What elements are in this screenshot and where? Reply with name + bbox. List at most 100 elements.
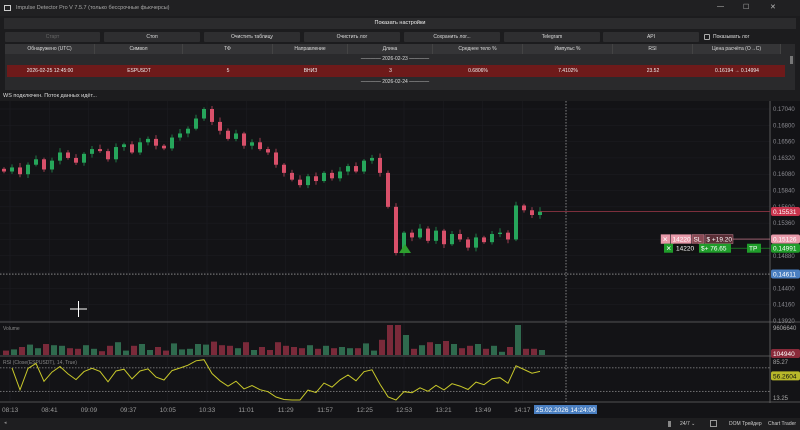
handle-icon[interactable] — [668, 421, 671, 427]
table-cell: ВНИЗ — [303, 68, 318, 74]
column-header[interactable]: Длина — [348, 44, 433, 54]
candle — [506, 232, 510, 240]
maximize-button[interactable]: ☐ — [743, 3, 749, 11]
table-scrollbar[interactable] — [790, 56, 793, 64]
minimize-button[interactable]: — — [717, 3, 724, 10]
candle — [90, 149, 94, 154]
volume-bar — [179, 349, 185, 355]
signal-arrow-icon — [399, 244, 411, 254]
tp-close-button[interactable]: ✕ — [666, 246, 671, 253]
calendar-icon[interactable] — [710, 420, 717, 427]
volume-bar — [283, 345, 289, 355]
stop-button[interactable]: Стоп — [104, 32, 200, 42]
candle — [466, 239, 470, 248]
clear-log-button[interactable]: Очистить лог — [304, 32, 400, 42]
volume-bar — [531, 348, 537, 355]
volume-last: 104940 — [773, 351, 795, 358]
api-button[interactable]: API — [603, 32, 699, 42]
volume-bar — [67, 348, 73, 355]
tp-qty: 14220 — [676, 246, 694, 253]
candle — [186, 128, 190, 134]
volume-bar — [299, 348, 305, 355]
clear-table-button[interactable]: Очистить таблицу — [204, 32, 300, 42]
tp-pnl: $+ 76.65 — [701, 246, 727, 253]
sl-close-button[interactable]: ✕ — [663, 237, 668, 244]
table-cell: 3 — [389, 68, 392, 74]
volume-bar — [123, 350, 129, 355]
time-tick: 09:09 — [81, 407, 98, 414]
candle — [514, 205, 518, 240]
rsi-top: 85.27 — [773, 360, 789, 366]
volume-bar — [523, 348, 529, 355]
candle — [530, 210, 534, 215]
rsi-last: 56.2604 — [773, 373, 797, 380]
volume-bar — [315, 348, 321, 355]
scroll-left-icon[interactable]: ◂ — [4, 420, 7, 426]
volume-bar — [195, 344, 201, 355]
candle — [458, 234, 462, 240]
volume-bar — [435, 344, 441, 355]
candle — [498, 232, 502, 235]
price-tick: 0.16560 — [773, 140, 795, 146]
rsi-label: RSI (Close(ESPUSDT), 14, True) — [3, 360, 77, 366]
save-log-button[interactable]: Сохранить лог... — [404, 32, 500, 42]
volume-bar — [411, 348, 417, 355]
show-log-checkbox[interactable]: Показывать лог — [704, 32, 749, 42]
show-settings-button[interactable]: Показать настройки — [4, 18, 796, 29]
column-header[interactable]: Обнаружено (UTC) — [5, 44, 95, 54]
candle — [74, 157, 78, 163]
volume-bar — [203, 344, 209, 355]
candle — [58, 152, 62, 161]
dom-trader-button[interactable]: DOM Трейдер — [729, 421, 762, 427]
candle — [482, 237, 486, 243]
volume-bar — [219, 345, 225, 355]
column-header[interactable]: Направление — [273, 44, 348, 54]
start-button[interactable]: Старт — [5, 32, 100, 42]
price-label: 0.14991 — [773, 246, 797, 253]
volume-bar — [371, 350, 377, 355]
price-tick: 0.14880 — [773, 254, 795, 260]
volume-bar — [227, 345, 233, 355]
column-header[interactable]: Среднее тело % — [433, 44, 523, 54]
session-selector[interactable]: 24/7 ⌄ — [680, 421, 695, 427]
candle — [42, 159, 46, 170]
column-header[interactable]: Импульс % — [523, 44, 613, 54]
chart-trader-button[interactable]: Chart Trader — [768, 421, 796, 427]
price-chart[interactable]: 0.17040 0.16800 0.16560 0.16320 0.16080 0.158… — [0, 101, 800, 418]
volume-top: 9606640 — [773, 326, 797, 332]
column-header[interactable]: Символ — [95, 44, 183, 54]
column-header[interactable]: Цена расчёта (O→C) — [693, 44, 781, 54]
sl-qty: 14220 — [673, 237, 691, 244]
candle — [354, 166, 358, 172]
sl-label: SL — [694, 237, 702, 244]
volume-bar — [387, 325, 393, 355]
candle — [346, 166, 350, 172]
volume-bar — [235, 348, 241, 355]
volume-bar — [275, 342, 281, 355]
volume-bar — [491, 345, 497, 355]
volume-label: Volume — [3, 326, 20, 332]
column-header[interactable]: RSI — [613, 44, 693, 54]
close-button[interactable]: ✕ — [770, 3, 776, 11]
volume-bar — [355, 348, 361, 355]
checkbox-icon[interactable] — [704, 34, 710, 40]
candle — [114, 147, 118, 160]
bottom-bar: ◂ 24/7 ⌄ DOM Трейдер Chart Trader — [0, 418, 800, 430]
column-header[interactable]: ТФ — [183, 44, 273, 54]
time-tick: 12:53 — [396, 407, 413, 414]
candle — [418, 228, 422, 238]
time-tick: 14:17 — [514, 407, 531, 414]
price-label: 0.15126 — [773, 237, 797, 244]
candle — [258, 142, 262, 150]
price-label: 0.15531 — [773, 209, 797, 216]
candle — [18, 167, 22, 175]
price-tick: 0.16800 — [773, 123, 795, 129]
table-cell: ESPUSDT — [127, 68, 151, 74]
candle — [474, 237, 478, 248]
volume-bar — [147, 350, 153, 355]
chart-canvas[interactable]: 0.17040 0.16800 0.16560 0.16320 0.16080 0.158… — [0, 101, 800, 418]
time-tick: 11:57 — [317, 407, 333, 414]
telegram-button[interactable]: Telegram — [504, 32, 600, 42]
volume-bar — [139, 344, 145, 355]
table-row[interactable]: 2026-02-25 12:45:00 ESPUSDT 5 ВНИЗ 3 0.6806% 7… — [7, 65, 785, 77]
